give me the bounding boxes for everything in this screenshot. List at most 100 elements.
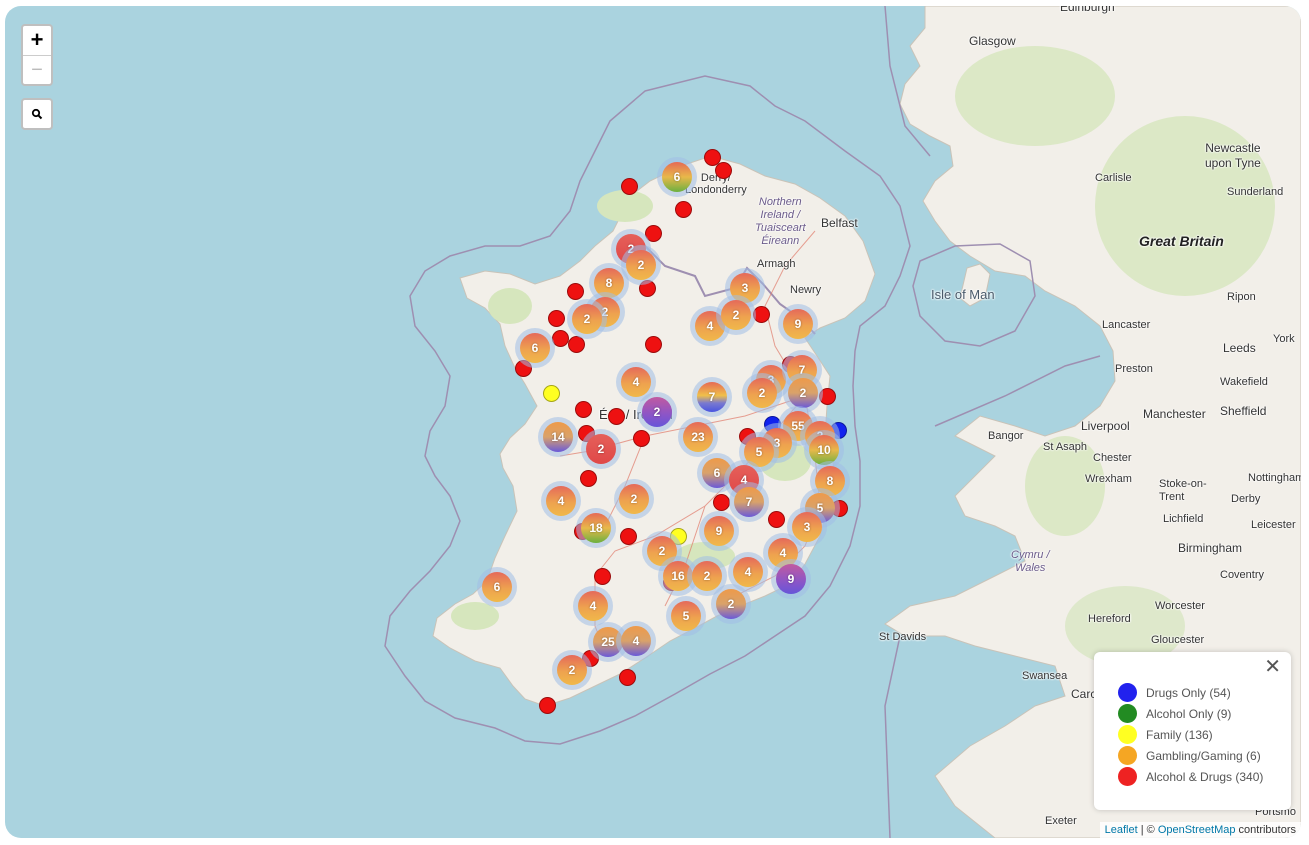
marker-cluster[interactable]: 2: [637, 392, 677, 432]
marker-cluster[interactable]: 4: [573, 586, 613, 626]
marker-cluster[interactable]: 7: [729, 482, 769, 522]
marker-cluster[interactable]: 2: [552, 650, 592, 690]
city-label-wrexham: Wrexham: [1085, 473, 1132, 485]
map-marker-alcohol-drugs[interactable]: [548, 310, 565, 327]
cluster-count: 4: [621, 367, 651, 397]
city-label-chester: Chester: [1093, 452, 1132, 464]
map-marker-alcohol-drugs[interactable]: [539, 697, 556, 714]
cluster-count: 7: [697, 382, 727, 412]
marker-cluster[interactable]: 14: [538, 417, 578, 457]
legend-item-label: Gambling/Gaming (6): [1146, 748, 1261, 763]
marker-cluster[interactable]: 6: [477, 567, 517, 607]
legend-item-label: Drugs Only (54): [1146, 685, 1231, 700]
cluster-count: 2: [586, 434, 616, 464]
marker-cluster[interactable]: 2: [716, 295, 756, 335]
cluster-count: 9: [776, 564, 806, 594]
city-label-preston: Preston: [1115, 363, 1153, 375]
search-button[interactable]: [21, 98, 53, 130]
city-label-st-davids: St Davids: [879, 631, 927, 643]
map-marker-alcohol-drugs[interactable]: [594, 568, 611, 585]
cluster-count: 9: [783, 309, 813, 339]
cluster-count: 2: [788, 378, 818, 408]
map-marker-alcohol-drugs[interactable]: [621, 178, 638, 195]
marker-cluster[interactable]: 2: [742, 373, 782, 413]
city-label-armagh: Armagh: [757, 258, 796, 270]
cluster-count: 2: [642, 397, 672, 427]
map-marker-alcohol-drugs[interactable]: [715, 162, 732, 179]
cluster-count: 2: [626, 250, 656, 280]
map-marker-alcohol-drugs[interactable]: [619, 669, 636, 686]
cluster-count: 2: [721, 300, 751, 330]
marker-cluster[interactable]: 2: [711, 584, 751, 624]
marker-cluster[interactable]: 6: [657, 157, 697, 197]
leaflet-link[interactable]: Leaflet: [1105, 824, 1138, 836]
map-marker-alcohol-drugs[interactable]: [620, 528, 637, 545]
legend-item: Gambling/Gaming (6): [1118, 745, 1291, 766]
map-marker-alcohol-drugs[interactable]: [675, 201, 692, 218]
cluster-count: 2: [572, 304, 602, 334]
cluster-count: 2: [619, 484, 649, 514]
legend-item-label: Alcohol & Drugs (340): [1146, 769, 1264, 784]
cluster-count: 7: [734, 487, 764, 517]
cluster-count: 4: [546, 486, 576, 516]
marker-cluster[interactable]: 6: [515, 328, 555, 368]
marker-cluster[interactable]: 23: [678, 417, 718, 457]
marker-cluster[interactable]: 5: [666, 596, 706, 636]
zoom-control: + −: [21, 24, 53, 86]
marker-cluster[interactable]: 9: [771, 559, 811, 599]
map-marker-alcohol-drugs[interactable]: [645, 336, 662, 353]
map-marker-alcohol-drugs[interactable]: [575, 401, 592, 418]
city-label-worcester: Worcester: [1155, 600, 1205, 612]
map-marker-alcohol-drugs[interactable]: [567, 283, 584, 300]
marker-cluster[interactable]: 4: [541, 481, 581, 521]
cluster-count: 5: [671, 601, 701, 631]
cluster-count: 9: [704, 516, 734, 546]
cluster-count: 6: [482, 572, 512, 602]
city-label-cardiff: Carc: [1071, 687, 1097, 701]
city-label-ripon: Ripon: [1227, 291, 1256, 303]
city-label-sunderland: Sunderland: [1227, 186, 1284, 198]
legend-item: Alcohol Only (9): [1118, 703, 1291, 724]
map-marker-alcohol-drugs[interactable]: [608, 408, 625, 425]
map-container[interactable]: Edinburgh Glasgow Derry/ Londonderry Nor…: [5, 6, 1301, 838]
city-label-nottingham: Nottingham: [1248, 472, 1301, 484]
cluster-count: 14: [543, 422, 573, 452]
cluster-count: 6: [662, 162, 692, 192]
cluster-count: 2: [716, 589, 746, 619]
osm-link[interactable]: OpenStreetMap: [1158, 824, 1236, 836]
city-label-leeds: Leeds: [1223, 341, 1256, 355]
zoom-out-button[interactable]: −: [23, 55, 51, 84]
marker-cluster[interactable]: 2: [614, 479, 654, 519]
city-label-birmingham: Birmingham: [1178, 541, 1243, 555]
map-legend: ✕ Drugs Only (54) Alcohol Only (9) Family …: [1094, 652, 1291, 810]
cluster-count: 6: [520, 333, 550, 363]
marker-cluster[interactable]: 7: [692, 377, 732, 417]
cluster-count: 4: [578, 591, 608, 621]
region-label-isle-of-man: Isle of Man: [931, 287, 995, 302]
map-marker-family[interactable]: [543, 385, 560, 402]
marker-cluster[interactable]: 2: [567, 299, 607, 339]
map-marker-alcohol-drugs[interactable]: [768, 511, 785, 528]
marker-cluster[interactable]: 2: [581, 429, 621, 469]
city-label-carlisle: Carlisle: [1095, 172, 1132, 184]
marker-cluster[interactable]: 4: [616, 621, 656, 661]
city-label-edinburgh: Edinburgh: [1060, 6, 1115, 14]
cluster-count: 2: [692, 561, 722, 591]
map-marker-alcohol-drugs[interactable]: [580, 470, 597, 487]
city-label-newcastle: Newcastle upon Tyne: [1205, 141, 1261, 170]
zoom-in-button[interactable]: +: [23, 26, 51, 55]
cluster-count: 2: [747, 378, 777, 408]
city-label-gloucester: Gloucester: [1151, 634, 1205, 646]
city-label-st-asaph: St Asaph: [1043, 441, 1088, 453]
legend-item: Drugs Only (54): [1118, 682, 1291, 703]
map-marker-alcohol-drugs[interactable]: [633, 430, 650, 447]
legend-color-swatch: [1118, 704, 1137, 723]
marker-cluster[interactable]: 9: [778, 304, 818, 344]
legend-close-button[interactable]: ✕: [1264, 656, 1281, 678]
map-marker-alcohol-drugs[interactable]: [713, 494, 730, 511]
marker-cluster[interactable]: 9: [699, 511, 739, 551]
cluster-count: 4: [621, 626, 651, 656]
cluster-count: 23: [683, 422, 713, 452]
marker-cluster[interactable]: 18: [576, 508, 616, 548]
city-label-stoke: Stoke-on- Trent: [1159, 478, 1207, 503]
